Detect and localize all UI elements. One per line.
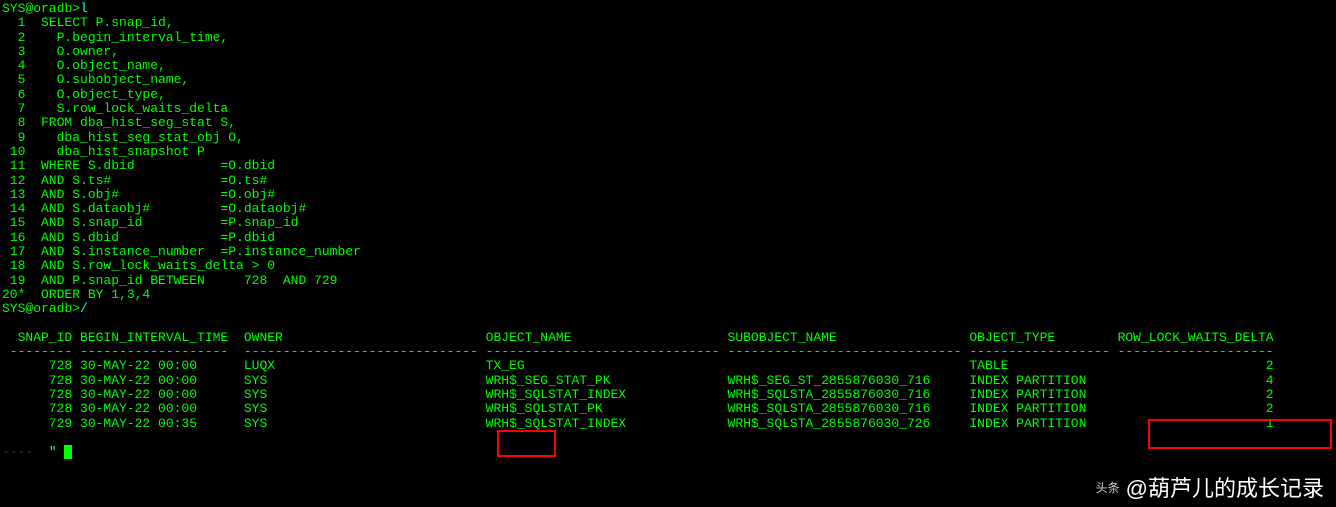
sql-line: 12 AND S.ts# =O.ts# <box>2 174 1334 188</box>
sql-line: 15 AND S.snap_id =P.snap_id <box>2 216 1334 230</box>
cursor-line: ---- " <box>2 445 1334 460</box>
sql-line: 6 O.object_type, <box>2 88 1334 102</box>
table-row: 728 30-MAY-22 00:00 SYS WRH$_SQLSTAT_PK … <box>2 402 1334 416</box>
sql-line: 14 AND S.dataobj# =O.dataobj# <box>2 202 1334 216</box>
sql-listing: 1 SELECT P.snap_id, 2 P.begin_interval_t… <box>2 16 1334 302</box>
sql-prompt-1: SYS@oradb> <box>2 1 80 16</box>
table-row: 728 30-MAY-22 00:00 SYS WRH$_SEG_STAT_PK… <box>2 374 1334 388</box>
blank-line <box>2 317 1334 331</box>
table-row: 729 30-MAY-22 00:35 SYS WRH$_SQLSTAT_IND… <box>2 417 1334 431</box>
sql-prompt-2: SYS@oradb> <box>2 301 80 316</box>
prompt-line-2: SYS@oradb>/ <box>2 302 1334 316</box>
table-row: 728 30-MAY-22 00:00 SYS WRH$_SQLSTAT_IND… <box>2 388 1334 402</box>
result-header: SNAP_ID BEGIN_INTERVAL_TIME OWNER OBJECT… <box>2 331 1334 345</box>
table-row: 728 30-MAY-22 00:00 LUQX TX_EG TABLE 2 <box>2 359 1334 373</box>
sql-line: 8 FROM dba_hist_seg_stat S, <box>2 116 1334 130</box>
command-slash: / <box>80 301 88 316</box>
sql-line: 5 O.subobject_name, <box>2 73 1334 87</box>
terminal-output: SYS@oradb>l 1 SELECT P.snap_id, 2 P.begi… <box>2 2 1334 460</box>
watermark: 头条 @葫芦儿的成长记录 <box>1096 477 1324 501</box>
sql-line: 3 O.owner, <box>2 45 1334 59</box>
sql-line: 9 dba_hist_seg_stat_obj O, <box>2 131 1334 145</box>
sql-line: 20* ORDER BY 1,3,4 <box>2 288 1334 302</box>
sql-line: 19 AND P.snap_id BETWEEN 728 AND 729 <box>2 274 1334 288</box>
watermark-text: @葫芦儿的成长记录 <box>1126 477 1324 501</box>
watermark-label: 头条 <box>1096 482 1120 495</box>
result-rows: 728 30-MAY-22 00:00 LUQX TX_EG TABLE 2 7… <box>2 359 1334 430</box>
sql-line: 10 dba_hist_snapshot P <box>2 145 1334 159</box>
sql-line: 7 S.row_lock_waits_delta <box>2 102 1334 116</box>
sql-line: 11 WHERE S.dbid =O.dbid <box>2 159 1334 173</box>
sql-line: 2 P.begin_interval_time, <box>2 31 1334 45</box>
sql-line: 4 O.object_name, <box>2 59 1334 73</box>
prompt-line-1: SYS@oradb>l <box>2 2 1334 16</box>
blank-line-2 <box>2 431 1334 445</box>
result-separator: -------- ------------------- -----------… <box>2 345 1334 359</box>
command-l: l <box>80 1 88 16</box>
sql-line: 1 SELECT P.snap_id, <box>2 16 1334 30</box>
sql-line: 13 AND S.obj# =O.obj# <box>2 188 1334 202</box>
sql-line: 17 AND S.instance_number =P.instance_num… <box>2 245 1334 259</box>
sql-line: 16 AND S.dbid =P.dbid <box>2 231 1334 245</box>
sql-line: 18 AND S.row_lock_waits_delta > 0 <box>2 259 1334 273</box>
cursor-icon <box>64 445 72 459</box>
